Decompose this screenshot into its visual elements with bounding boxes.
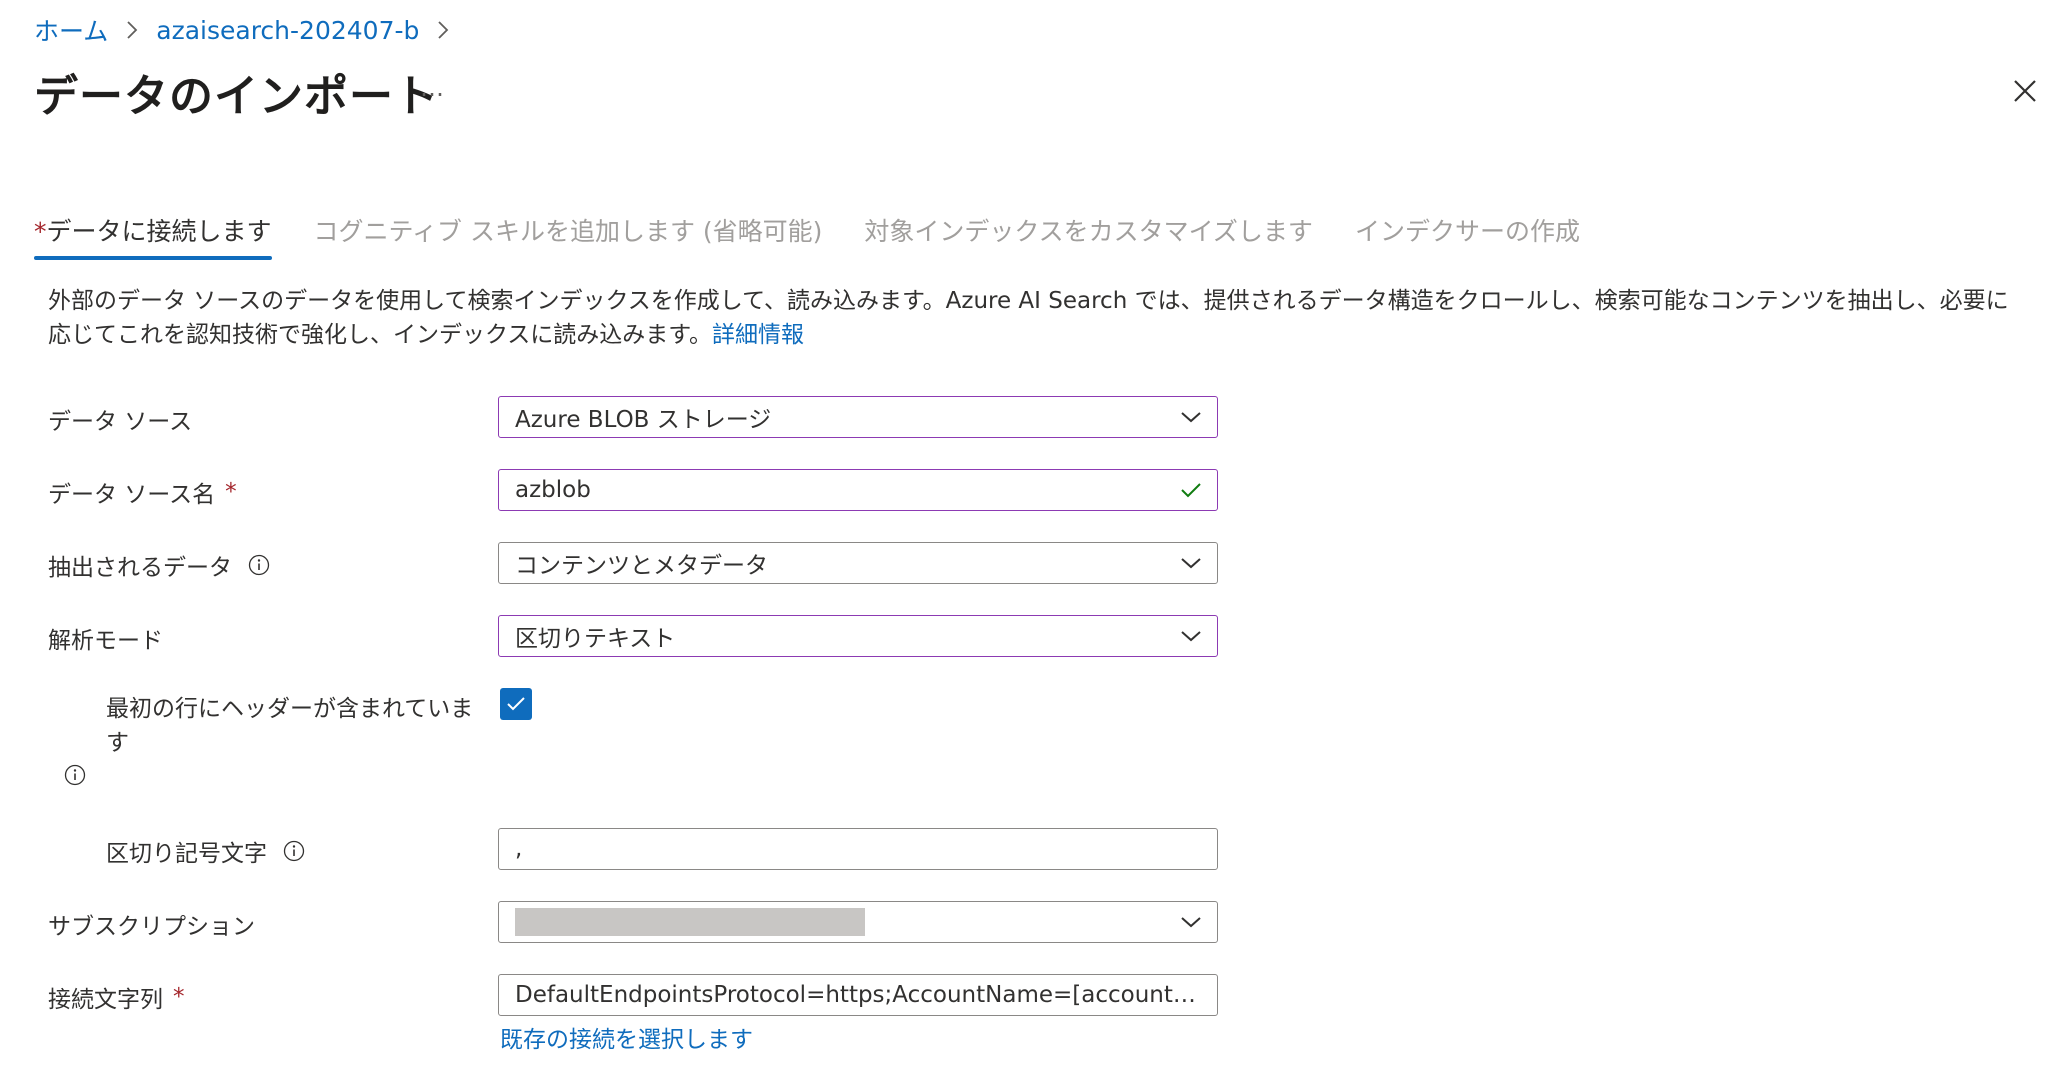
delimiter-label: 区切り記号文字: [106, 834, 305, 868]
required-marker: *: [173, 984, 185, 1010]
first-line-header-label: 最初の行にヘッダーが含まれていま す: [106, 692, 476, 760]
chevron-right-icon: [433, 20, 453, 40]
connection-string-label-text: 接続文字列: [48, 987, 163, 1013]
data-source-name-label: データ ソース名 *: [48, 475, 237, 509]
chevron-down-icon: [1165, 902, 1217, 942]
info-icon[interactable]: [248, 554, 270, 576]
connection-string-input[interactable]: DefaultEndpointsProtocol=https;AccountNa…: [498, 974, 1218, 1016]
more-options-button[interactable]: …: [420, 74, 446, 102]
breadcrumb-resource-link[interactable]: azaisearch-202407-b: [156, 16, 419, 45]
wizard-tabs: *データに接続します コグニティブ スキルを追加します (省略可能) 対象インデ…: [34, 212, 1622, 260]
page-title: データのインポート: [34, 71, 439, 122]
tab-customize-index[interactable]: 対象インデックスをカスタマイズします: [864, 212, 1313, 260]
parsing-mode-label: 解析モード: [48, 621, 163, 655]
redacted-block: [515, 908, 865, 936]
chevron-down-icon: [1165, 543, 1217, 583]
delimiter-input[interactable]: ,: [498, 828, 1218, 870]
parsing-mode-dropdown[interactable]: 区切りテキスト: [498, 615, 1218, 657]
delimiter-label-text: 区切り記号文字: [106, 841, 267, 867]
first-line-header-checkbox[interactable]: [500, 688, 532, 720]
breadcrumb-home-link[interactable]: ホーム: [34, 12, 108, 48]
import-data-page: ホーム azaisearch-202407-b データのインポート … *データ…: [0, 0, 2050, 1078]
learn-more-link[interactable]: 詳細情報: [712, 322, 804, 348]
required-marker: *: [34, 217, 47, 246]
subscription-value: [515, 908, 1165, 936]
data-source-name-value: azblob: [515, 477, 591, 503]
data-source-value: Azure BLOB ストレージ: [515, 407, 772, 433]
tab-create-indexer[interactable]: インデクサーの作成: [1355, 212, 1580, 260]
extracted-data-dropdown[interactable]: コンテンツとメタデータ: [498, 542, 1218, 584]
data-source-name-label-text: データ ソース名: [48, 482, 216, 508]
delimiter-value: ,: [515, 836, 523, 862]
data-source-label: データ ソース: [48, 402, 192, 436]
extracted-data-value: コンテンツとメタデータ: [515, 553, 768, 579]
info-icon[interactable]: [64, 764, 86, 786]
breadcrumb: ホーム azaisearch-202407-b: [34, 12, 467, 48]
connection-string-value: DefaultEndpointsProtocol=https;AccountNa…: [515, 982, 1214, 1008]
first-line-header-label-line2: す: [106, 730, 129, 756]
tab-label: データに接続します: [46, 217, 272, 246]
data-source-label-text: データ ソース: [48, 409, 193, 435]
subscription-dropdown[interactable]: [498, 901, 1218, 943]
checkmark-icon: [1165, 470, 1217, 510]
close-icon: [2014, 80, 2036, 102]
chevron-right-icon: [122, 20, 142, 40]
info-icon[interactable]: [283, 840, 305, 862]
chevron-down-icon: [1165, 616, 1217, 656]
tab-connect-data[interactable]: *データに接続します: [34, 212, 272, 260]
subscription-label: サブスクリプション: [48, 907, 255, 941]
chevron-down-icon: [1165, 397, 1217, 437]
extracted-data-label: 抽出されるデータ: [48, 548, 270, 582]
required-marker: *: [225, 479, 237, 505]
tab-add-cognitive-skills[interactable]: コグニティブ スキルを追加します (省略可能): [314, 212, 823, 260]
data-source-dropdown[interactable]: Azure BLOB ストレージ: [498, 396, 1218, 438]
select-existing-connection-link[interactable]: 既存の接続を選択します: [500, 1020, 753, 1054]
first-line-header-label-line1: 最初の行にヘッダーが含まれていま: [106, 696, 474, 722]
parsing-mode-value: 区切りテキスト: [515, 626, 676, 652]
close-button[interactable]: [2010, 76, 2040, 106]
data-source-name-input[interactable]: azblob: [498, 469, 1218, 511]
extracted-data-label-text: 抽出されるデータ: [48, 555, 232, 581]
connection-string-label: 接続文字列 *: [48, 980, 185, 1014]
parsing-mode-label-text: 解析モード: [48, 628, 163, 654]
description-body: 外部のデータ ソースのデータを使用して検索インデックスを作成して、読み込みます。…: [48, 288, 2009, 348]
subscription-label-text: サブスクリプション: [48, 914, 255, 940]
description-text: 外部のデータ ソースのデータを使用して検索インデックスを作成して、読み込みます。…: [48, 284, 2018, 352]
checkmark-icon: [507, 697, 525, 711]
